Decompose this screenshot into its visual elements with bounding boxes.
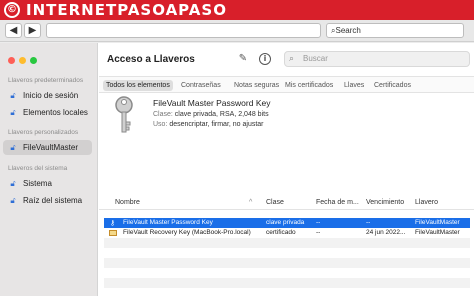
search-field[interactable]: ⌕ Buscar (284, 51, 470, 67)
search-icon: ⌕ (289, 54, 295, 64)
sidebar: Llaveros predeterminados 🔓︎ Inicio de se… (0, 43, 98, 296)
column-header-nombre[interactable]: Nombre (115, 199, 140, 206)
tab-llaves[interactable]: Llaves (341, 80, 367, 91)
sidebar-section-system: Llaveros del sistema (8, 165, 68, 172)
search-placeholder: Buscar (303, 54, 328, 63)
key-icon (115, 96, 133, 133)
detail-use-label: Uso: (153, 121, 168, 128)
key-icon: ⚷ (110, 219, 116, 227)
site-banner: © INTERNETPASOAPASO (0, 0, 474, 20)
lock-icon: 🔓︎ (10, 143, 16, 152)
address-bar[interactable] (46, 23, 321, 38)
certificate-icon (109, 230, 117, 236)
detail-use-value: desencriptar, firmar, no ajustar (169, 121, 264, 128)
tab-mis-certificados[interactable]: Mis certificados (282, 80, 336, 91)
table-empty-row (104, 278, 470, 288)
site-banner-text: INTERNETPASOAPASO (26, 1, 227, 19)
table-row[interactable]: FileVault Recovery Key (MacBook-Pro.loca… (104, 228, 470, 238)
row-name: FileVault Recovery Key (MacBook-Pro.loca… (123, 229, 251, 236)
row-vencimiento: -- (366, 219, 371, 226)
main-pane: Acceso a Llaveros ✎ i ⌕ Buscar Todos los… (99, 43, 474, 296)
item-detail: FileVault Master Password Key Clase: cla… (99, 93, 474, 197)
row-name: FileVault Master Password Key (123, 219, 213, 226)
row-clase: clave privada (266, 219, 305, 226)
keychain-access-window: Llaveros predeterminados 🔓︎ Inicio de se… (0, 43, 474, 296)
detail-class-value: clave privada, RSA, 2,048 bits (174, 111, 269, 118)
column-header-clase[interactable]: Clase (266, 199, 284, 206)
sidebar-item-raiz-del-sistema[interactable]: 🔓︎ Raíz del sistema (3, 193, 92, 208)
tab-contrasenas[interactable]: Contraseñas (178, 80, 224, 91)
sidebar-item-label: Raíz del sistema (23, 196, 83, 205)
window-title: Acceso a Llaveros (107, 54, 195, 65)
row-clase: certificado (266, 229, 296, 236)
sidebar-item-label: FileVaultMaster (23, 143, 78, 152)
lock-icon: 🔓︎ (10, 179, 16, 188)
lock-icon: 🔓︎ (10, 108, 16, 117)
zoom-window-button[interactable] (30, 57, 37, 64)
tab-certificados[interactable]: Certificados (371, 80, 414, 91)
row-fecha: -- (316, 219, 321, 226)
detail-class-line: Clase: clave privada, RSA, 2,048 bits (153, 111, 269, 118)
back-button[interactable]: ◀ (5, 23, 22, 38)
compose-icon[interactable]: ✎ (237, 53, 249, 65)
detail-use-line: Uso: desencriptar, firmar, no ajustar (153, 121, 264, 128)
row-vencimiento: 24 jun 2022... (366, 229, 406, 236)
tab-notas-seguras[interactable]: Notas seguras (231, 80, 282, 91)
sidebar-section-custom: Llaveros personalizados (8, 129, 79, 136)
browser-toolbar: ◀ ▶ ⌕Search (0, 20, 474, 42)
row-fecha: -- (316, 229, 321, 236)
table-empty-row (104, 238, 470, 248)
column-header-fecha[interactable]: Fecha de m... (316, 199, 359, 206)
browser-search-field[interactable]: ⌕Search (326, 23, 464, 38)
table-header: Nombre ^ Clase Fecha de m... Vencimiento… (99, 197, 474, 210)
sidebar-item-inicio-de-sesion[interactable]: 🔓︎ Inicio de sesión (3, 88, 92, 103)
sidebar-item-label: Inicio de sesión (23, 91, 79, 100)
row-llavero: FileVaultMaster (415, 219, 460, 226)
lock-icon: 🔓︎ (10, 91, 16, 100)
sidebar-item-sistema[interactable]: 🔓︎ Sistema (3, 176, 92, 191)
sidebar-item-label: Sistema (23, 179, 52, 188)
sidebar-item-label: Elementos locales (23, 108, 88, 117)
browser-search-text: Search (335, 26, 361, 35)
items-table: Nombre ^ Clase Fecha de m... Vencimiento… (99, 197, 474, 296)
category-tabs: Todos los elementos Contraseñas Notas se… (99, 76, 474, 93)
sidebar-item-filevaultmaster[interactable]: 🔓︎ FileVaultMaster (3, 140, 92, 155)
column-header-vencimiento[interactable]: Vencimiento (366, 199, 404, 206)
lock-icon: 🔓︎ (10, 196, 16, 205)
forward-button[interactable]: ▶ (24, 23, 41, 38)
info-icon[interactable]: i (259, 53, 271, 65)
tab-todos-los-elementos[interactable]: Todos los elementos (103, 80, 173, 91)
detail-class-label: Clase: (153, 111, 173, 118)
minimize-window-button[interactable] (19, 57, 26, 64)
sidebar-item-elementos-locales[interactable]: 🔓︎ Elementos locales (3, 105, 92, 120)
detail-item-name: FileVault Master Password Key (153, 98, 271, 108)
sidebar-section-default: Llaveros predeterminados (8, 77, 84, 84)
row-llavero: FileVaultMaster (415, 229, 460, 236)
site-logo-icon: © (4, 2, 20, 18)
column-header-llavero[interactable]: Llavero (415, 199, 438, 206)
table-row[interactable]: ⚷ FileVault Master Password Key clave pr… (104, 218, 470, 228)
table-empty-row (104, 258, 470, 268)
close-window-button[interactable] (8, 57, 15, 64)
sort-indicator-icon: ^ (249, 199, 253, 206)
